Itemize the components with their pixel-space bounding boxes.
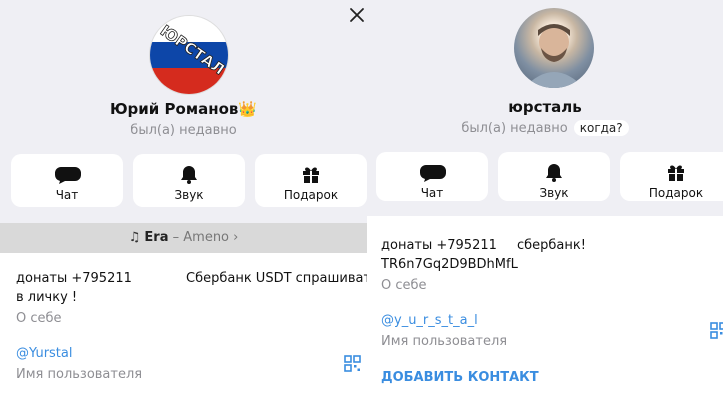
right-profile-name: юрсталь (508, 98, 582, 116)
bio-line-1b: Сбербанк USDT спрашивать (186, 271, 367, 286)
username-caption: Имя пользователя (381, 334, 508, 349)
bell-icon (546, 164, 562, 182)
song-separator: – (168, 230, 184, 245)
sound-label: Звук (174, 188, 204, 202)
left-profile-name-row: Юрий Романов👑 (0, 100, 367, 118)
username-caption: Имя пользователя (16, 367, 143, 382)
song-title: Era (144, 230, 169, 245)
svg-text:ЮРСТАЛ: ЮРСТАЛ (157, 22, 228, 79)
chat-bubble-icon (54, 167, 81, 184)
left-profile-panel: ЮРСТАЛ Юрий Романов👑 был(а) недавно Чат … (0, 0, 367, 401)
bio-line-1b: сбербанк! (517, 238, 586, 253)
bio-line-1a: донаты +795211 (381, 238, 497, 253)
crown-icon: 👑 (238, 100, 258, 118)
bell-icon (181, 166, 197, 184)
right-avatar[interactable] (514, 8, 594, 88)
avatar-overlay-text: ЮРСТАЛ (157, 21, 228, 79)
music-bar[interactable]: ♫ Era – Ameno › (0, 223, 367, 253)
avatar-photo (524, 24, 584, 88)
bio-line-2: в личку ! (16, 290, 78, 305)
music-note-icon: ♫ (128, 230, 141, 245)
add-contact-button[interactable]: ДОБАВИТЬ КОНТАКТ (381, 370, 539, 385)
sound-label: Звук (539, 186, 569, 200)
chat-label: Чат (55, 188, 79, 202)
right-status-row: был(а) недавно когда? (367, 120, 723, 136)
gift-button[interactable]: Подарок (620, 152, 723, 201)
username-link[interactable]: @y_u_r_s_t_a_l (381, 313, 478, 328)
gift-label: Подарок (648, 186, 704, 200)
right-profile-panel: юрсталь был(а) недавно когда? Чат Звук По… (367, 0, 723, 401)
gift-icon (303, 167, 319, 183)
left-profile-status: был(а) недавно (130, 123, 237, 138)
bio-caption: О себе (16, 311, 62, 326)
chat-button[interactable]: Чат (11, 154, 123, 207)
close-icon[interactable] (347, 5, 367, 25)
chat-button[interactable]: Чат (376, 152, 488, 201)
left-profile-name: Юрий Романов (109, 100, 239, 118)
bio-line-2: TR6n7Gq2D9BDhMfL (381, 257, 518, 272)
username-link[interactable]: @Yurstal (16, 346, 72, 361)
chevron-right-icon: › (233, 230, 239, 245)
song-artist: Ameno (183, 230, 230, 245)
when-button[interactable]: когда? (573, 120, 629, 136)
qr-code-icon[interactable] (710, 322, 723, 339)
gift-icon (668, 165, 684, 181)
left-avatar[interactable]: ЮРСТАЛ (150, 16, 228, 94)
qr-code-icon[interactable] (344, 355, 361, 372)
bio-line-1a: донаты +795211 (16, 271, 132, 286)
chat-bubble-icon (419, 165, 446, 182)
sound-button[interactable]: Звук (498, 152, 610, 201)
bio-caption: О себе (381, 278, 427, 293)
chat-label: Чат (420, 186, 444, 200)
gift-button[interactable]: Подарок (255, 154, 367, 207)
sound-button[interactable]: Звук (133, 154, 245, 207)
gift-label: Подарок (283, 188, 339, 202)
right-profile-status: был(а) недавно (461, 121, 568, 136)
